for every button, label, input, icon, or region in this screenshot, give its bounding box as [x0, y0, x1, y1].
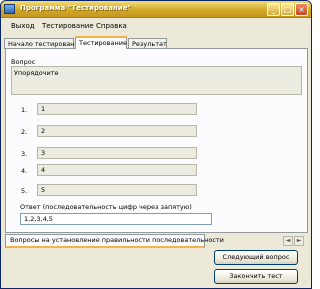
- next-question-button[interactable]: Следующий вопрос: [214, 250, 298, 265]
- answer-number: 2.: [21, 128, 28, 136]
- answer-number: 1.: [21, 106, 28, 114]
- title-bar[interactable]: Программа "Тестирование" _ □ ×: [1, 1, 311, 18]
- answer-option-field[interactable]: 3: [37, 147, 197, 159]
- answer-input[interactable]: 1,2,3,4,5: [20, 213, 212, 225]
- tab-sequence-questions[interactable]: Вопросы на установление правильности пос…: [5, 234, 224, 248]
- answer-number: 5.: [21, 187, 28, 195]
- main-window: Программа "Тестирование" _ □ × Выход Тес…: [0, 0, 312, 289]
- close-button[interactable]: ×: [295, 3, 308, 16]
- answer-option-field[interactable]: 4: [37, 164, 197, 176]
- answer-number: 3.: [21, 150, 28, 158]
- answer-option-field[interactable]: 2: [37, 125, 197, 137]
- question-label: Вопрос: [11, 58, 36, 66]
- testing-tab-page: Вопрос Упорядочите 1. 1 2. 2 3. 3 4. 4 5…: [5, 48, 308, 233]
- menu-item-help[interactable]: Справка: [96, 22, 127, 30]
- question-type-tabs: Вопросы на установление правильности пос…: [5, 234, 308, 249]
- finish-test-button[interactable]: Закончить тест: [214, 269, 298, 284]
- minimize-button[interactable]: _: [267, 3, 280, 16]
- menu-item-exit[interactable]: Выход: [11, 22, 35, 30]
- tab-scroll-left-icon[interactable]: ◄: [283, 236, 293, 246]
- window-title: Программа "Тестирование": [20, 4, 132, 12]
- resize-grip-icon[interactable]: ⋰: [301, 281, 310, 288]
- tab-strip: Начало тестирования Тестирование Результ…: [1, 35, 311, 49]
- menu-bar: Выход Тестирование Справка: [1, 19, 311, 33]
- answer-option-field[interactable]: 5: [37, 184, 197, 196]
- menu-item-testing[interactable]: Тестирование: [42, 22, 94, 30]
- app-icon: [4, 4, 15, 14]
- answer-input-label: Ответ (последовательность цифр через зап…: [20, 203, 192, 211]
- answer-number: 4.: [21, 167, 28, 175]
- tab-testing[interactable]: Тестирование: [75, 36, 127, 49]
- maximize-button[interactable]: □: [281, 3, 294, 16]
- tab-scroll-right-icon[interactable]: ►: [294, 236, 304, 246]
- answer-option-field[interactable]: 1: [37, 103, 197, 115]
- question-text-box: Упорядочите: [11, 66, 302, 95]
